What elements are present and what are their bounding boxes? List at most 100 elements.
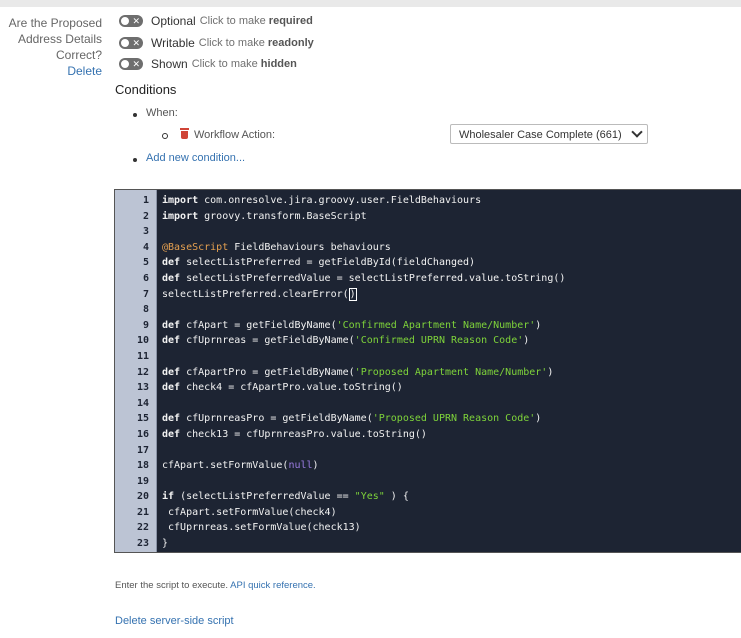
code-line[interactable]: 17: [115, 443, 741, 459]
code-text: import com.onresolve.jira.groovy.user.Fi…: [162, 193, 481, 209]
code-token: 'Proposed UPRN Reason Code': [372, 413, 536, 425]
code-token: check4 = cfApartPro.value.toString(): [180, 382, 403, 394]
toggle-switch[interactable]: ✕: [119, 37, 143, 49]
code-token: cfApartPro = getFieldByName(: [180, 366, 355, 378]
code-token: ) {: [384, 491, 409, 503]
toggle-label: Writable: [151, 36, 195, 50]
chevron-down-icon: [631, 126, 643, 138]
code-text: }: [162, 536, 168, 552]
add-new-condition-link[interactable]: Add new condition...: [146, 152, 245, 164]
code-token: import: [162, 195, 199, 206]
line-number: 4: [142, 241, 149, 253]
code-token: def: [162, 366, 181, 378]
code-token: null: [288, 460, 313, 472]
code-token: com.onresolve.jira.groovy.user.FieldBeha…: [198, 195, 482, 206]
code-text: def cfApart = getFieldByName('Confirmed …: [162, 318, 541, 334]
code-text: def cfUprnreasPro = getFieldByName('Prop…: [162, 411, 541, 427]
x-icon: ✕: [132, 38, 140, 48]
code-line[interactable]: 21 cfApart.setFormValue(check4): [115, 505, 741, 521]
code-line[interactable]: 9 def cfApart = getFieldByName('Confirmed…: [115, 318, 741, 334]
code-line[interactable]: 2 import groovy.transform.BaseScript: [115, 209, 741, 225]
code-line[interactable]: 14: [115, 396, 741, 412]
when-label: When:: [146, 107, 178, 119]
line-number: 23: [136, 538, 149, 550]
code-token: selectListPreferred = getFieldById(field…: [180, 257, 476, 269]
workflow-action-select[interactable]: Wholesaler Case Complete (661): [450, 124, 648, 144]
code-token: cfApart.setFormValue(check4): [162, 506, 337, 518]
code-text: def selectListPreferred = getFieldById(f…: [162, 255, 475, 271]
code-line[interactable]: 16 def check13 = cfUprnreasPro.value.toSt…: [115, 427, 741, 443]
code-line[interactable]: 20 if (selectListPreferredValue == "Yes" …: [115, 489, 741, 505]
code-line[interactable]: 19: [115, 474, 741, 490]
toggle-switch[interactable]: ✕: [119, 58, 143, 70]
toggle-switch[interactable]: ✕: [119, 15, 143, 27]
code-token: ): [523, 335, 530, 347]
code-text: def selectListPreferredValue = selectLis…: [162, 271, 565, 287]
line-number: 14: [136, 397, 149, 409]
code-line[interactable]: 7 selectListPreferred.clearError(): [115, 287, 741, 303]
code-token: 'Confirmed Apartment Name/Number': [336, 319, 536, 331]
toggle-label: Shown: [151, 57, 188, 71]
code-line[interactable]: 10 def cfUprnreas = getFieldByName('Confi…: [115, 333, 741, 349]
workflow-action-selected: Wholesaler Case Complete (661): [459, 129, 622, 141]
toggle-shown[interactable]: ✕ Shown Click to make hidden: [119, 56, 297, 72]
line-number: 13: [136, 382, 149, 394]
api-reference-link[interactable]: API quick reference.: [230, 580, 316, 591]
code-line[interactable]: 11: [115, 349, 741, 365]
line-number: 9: [142, 319, 149, 331]
line-number: 5: [142, 257, 149, 269]
delete-field-link[interactable]: Delete: [0, 63, 102, 79]
field-name-block: Are the Proposed Address Details Correct…: [0, 15, 102, 79]
delete-server-side-script-link[interactable]: Delete server-side script: [115, 615, 234, 627]
trash-icon[interactable]: [180, 128, 189, 139]
code-token: 'Proposed Apartment Name/Number': [354, 366, 548, 378]
code-line[interactable]: 22 cfUprnreas.setFormValue(check13): [115, 520, 741, 536]
code-line[interactable]: 3: [115, 224, 741, 240]
toggle-optional[interactable]: ✕ Optional Click to make required: [119, 13, 313, 29]
code-token: groovy.transform.BaseScript: [198, 210, 367, 222]
toggle-writable[interactable]: ✕ Writable Click to make readonly: [119, 35, 314, 51]
code-text: def cfApartPro = getFieldByName('Propose…: [162, 365, 553, 381]
code-line[interactable]: 8: [115, 302, 741, 318]
code-token: (selectListPreferredValue ==: [174, 491, 355, 503]
bullet-icon: [133, 158, 137, 162]
line-number: 19: [136, 475, 149, 487]
top-bar: [0, 0, 741, 7]
code-text: cfUprnreas.setFormValue(check13): [162, 520, 361, 536]
toggle-hint[interactable]: Click to make readonly: [199, 37, 314, 49]
code-token: ): [312, 460, 319, 472]
code-line[interactable]: 18 cfApart.setFormValue(null): [115, 458, 741, 474]
help-text: Enter the script to execute. API quick r…: [115, 580, 316, 591]
script-editor[interactable]: 1 import com.onresolve.jira.groovy.user.F…: [114, 189, 741, 553]
toggle-label: Optional: [151, 14, 196, 28]
code-line[interactable]: 5 def selectListPreferred = getFieldById(…: [115, 255, 741, 271]
line-number: 1: [142, 195, 149, 206]
line-number: 6: [142, 272, 149, 284]
code-line[interactable]: 15 def cfUprnreasPro = getFieldByName('Pr…: [115, 411, 741, 427]
circle-bullet-icon: [162, 133, 168, 139]
code-line[interactable]: 23}: [115, 536, 741, 552]
code-line[interactable]: 13 def check4 = cfApartPro.value.toString…: [115, 380, 741, 396]
code-token: cfApart.setFormValue(: [162, 460, 289, 472]
code-token: "Yes": [354, 491, 385, 503]
code-lines[interactable]: 1 import com.onresolve.jira.groovy.user.F…: [115, 193, 741, 552]
line-number: 20: [136, 491, 149, 503]
code-token: def: [162, 428, 181, 440]
code-token: cfUprnreasPro = getFieldByName(: [180, 413, 373, 425]
code-token: def: [162, 319, 181, 331]
code-line[interactable]: 1 import com.onresolve.jira.groovy.user.F…: [115, 193, 741, 209]
code-line[interactable]: 4 @BaseScript FieldBehaviours behaviours: [115, 240, 741, 256]
toggle-hint[interactable]: Click to make required: [200, 15, 313, 27]
code-token: def: [162, 413, 181, 425]
line-number: 3: [142, 226, 149, 238]
code-token: ): [535, 319, 542, 331]
code-line[interactable]: 6 def selectListPreferredValue = selectLi…: [115, 271, 741, 287]
conditions-title: Conditions: [115, 82, 177, 97]
line-number: 7: [142, 288, 149, 300]
code-token: selectListPreferredValue = selectListPre…: [180, 272, 566, 284]
code-line[interactable]: 12 def cfApartPro = getFieldByName('Propo…: [115, 365, 741, 381]
field-name-line: Address Details: [17, 32, 102, 46]
toggle-hint[interactable]: Click to make hidden: [192, 58, 297, 70]
code-text: selectListPreferred.clearError(): [162, 287, 357, 303]
code-text: @BaseScript FieldBehaviours behaviours: [162, 240, 391, 256]
